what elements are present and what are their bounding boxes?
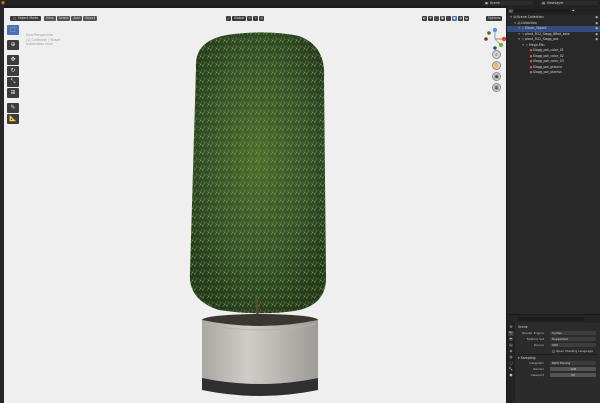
- mode-label: Object Mode: [18, 16, 39, 20]
- pan-hand-icon[interactable]: ✋: [492, 61, 501, 70]
- tool-shelf: ⬚ ⊕ ✥ ↻ ⤡ ⊞ ✎ 📐: [7, 25, 19, 124]
- render-engine-select[interactable]: Cycles: [550, 331, 596, 335]
- outliner-row-label: Slagg_pot_ground: [533, 64, 562, 69]
- output-tab-icon[interactable]: 🖶: [508, 337, 514, 342]
- outliner-row-label: plant_R12_Slagg_8Rod_kate: [525, 31, 570, 36]
- osl-checkbox-label: Open Shading Language: [556, 349, 593, 353]
- outliner-row-label: Collection: [521, 20, 537, 25]
- outliner-row-label: Slagg_pot_color_01: [533, 48, 564, 52]
- viewport-menus: View Select Add Object: [44, 16, 97, 21]
- material-tab-icon[interactable]: ●: [508, 373, 514, 378]
- viewport-samples-row: Viewport 32: [516, 372, 598, 378]
- solid-shading-icon[interactable]: ●: [452, 16, 457, 21]
- transform-orientation[interactable]: Global: [232, 16, 247, 21]
- object-tab-icon[interactable]: ▢: [508, 361, 514, 366]
- object-mode-icon: ▢: [13, 16, 17, 20]
- outliner-panel: ▤ ⏷ ▾ ▤Scene Collection ◉ ▾ ▤Collection ◉ ▾ ▽De…: [506, 6, 600, 314]
- navigation-gizmo[interactable]: [480, 24, 506, 54]
- camera-view-icon[interactable]: ▣: [492, 72, 501, 81]
- outliner-row-label: Decor_Object: [525, 26, 547, 30]
- outliner-row-label: Slagg_pot_plantss: [533, 70, 562, 74]
- overlay-line-3: Subdivision level: [26, 42, 53, 46]
- outliner-row-label: Slagg_pot_color_03: [533, 59, 564, 63]
- menu-view[interactable]: View: [44, 16, 56, 21]
- scene-tab-icon[interactable]: ◈: [508, 349, 514, 354]
- viewport-display-tools: ◐ ✥ ◯ ▣ ◌ ● ◑ ◒: [422, 16, 469, 21]
- cursor-icon[interactable]: ⊕: [7, 40, 19, 50]
- viewport-overlay-text: User Perspective (1) Collection | Shape …: [26, 33, 60, 47]
- outliner-row-label: plant_R12_Slagg_pot: [525, 37, 559, 41]
- properties-header: [507, 315, 600, 323]
- menu-select[interactable]: Select: [56, 16, 71, 21]
- measure-icon[interactable]: 📐: [7, 114, 19, 124]
- device-label: Device: [533, 343, 544, 347]
- outliner-row-label: Scene Collection: [517, 15, 544, 19]
- snap-icon[interactable]: ⌖: [253, 16, 259, 21]
- view-layer-name: ViewLayer: [547, 1, 564, 5]
- xray-icon[interactable]: ▣: [440, 16, 445, 21]
- rendered-shading-icon[interactable]: ◒: [464, 16, 469, 21]
- device-row: Device CPU: [516, 342, 598, 348]
- proportional-icon[interactable]: ◎: [259, 16, 265, 21]
- scale-icon[interactable]: ⤡: [7, 77, 19, 87]
- 3d-viewport[interactable]: ▢ Object Mode View Select Add Object ⤢ G…: [4, 8, 506, 403]
- properties-panel: ⚒ 📷 🖶 ▤ ◈ ◍ ▢ 🔧 ● Scene Render Engine Cy…: [506, 314, 600, 403]
- menu-object[interactable]: Object: [82, 16, 97, 21]
- pivot-icon[interactable]: ⊙: [247, 16, 253, 21]
- transform-icon[interactable]: ⊞: [7, 88, 19, 98]
- outliner-row-label: Slagg_pot_color_02: [533, 53, 564, 58]
- transform-controls: ⤢ Global ⊙ ⌖ ◎: [226, 16, 265, 21]
- material-shading-icon[interactable]: ◑: [458, 16, 463, 21]
- mode-selector[interactable]: ▢ Object Mode: [10, 16, 42, 21]
- select-box-icon[interactable]: ⬚: [7, 25, 19, 35]
- gizmo-toggle-icon[interactable]: ✥: [428, 16, 433, 21]
- visibility-icon[interactable]: ◐: [422, 16, 427, 21]
- integrator-select[interactable]: Path Tracing: [550, 361, 596, 365]
- properties-content: Scene Render Engine Cycles Feature Set S…: [516, 324, 598, 403]
- view-layer-selector[interactable]: ▤ ViewLayer: [540, 1, 598, 5]
- potted-plant-render: [189, 32, 326, 396]
- scene-name: Scene: [490, 1, 500, 5]
- world-tab-icon[interactable]: ◍: [508, 355, 514, 360]
- options-menu[interactable]: Options: [486, 16, 503, 21]
- outliner-display-icon[interactable]: ▤: [509, 8, 513, 13]
- overlay-toggle-icon[interactable]: ◯: [434, 16, 439, 21]
- rotate-icon[interactable]: ↻: [7, 66, 19, 76]
- viewport-samples-field[interactable]: 32: [550, 373, 596, 377]
- viewport-samples-label: Viewport: [530, 373, 544, 377]
- outliner-row[interactable]: ●Slagg_pot_plantss: [507, 70, 600, 76]
- tool-tab-icon[interactable]: ⚒: [508, 325, 514, 330]
- device-select[interactable]: CPU: [550, 343, 596, 347]
- scene-icon: ▣: [485, 1, 489, 5]
- orientation-icon[interactable]: ⤢: [226, 16, 231, 21]
- menu-add[interactable]: Add: [71, 16, 82, 21]
- render-tab-icon[interactable]: 📷: [508, 331, 514, 336]
- properties-tabs: ⚒ 📷 🖶 ▤ ◈ ◍ ▢ 🔧 ●: [507, 323, 515, 403]
- annotate-icon[interactable]: ✎: [7, 103, 19, 113]
- properties-search-input[interactable]: [519, 317, 584, 321]
- render-samples-field[interactable]: 128: [550, 367, 596, 371]
- filter-icon[interactable]: ⏷: [572, 8, 575, 13]
- modifier-tab-icon[interactable]: 🔧: [508, 367, 514, 372]
- scene-selector[interactable]: ▣ Scene: [483, 1, 533, 5]
- osl-checkbox[interactable]: [552, 349, 555, 353]
- view-layer-icon: ▤: [542, 1, 546, 5]
- move-icon[interactable]: ✥: [7, 55, 19, 65]
- outliner-tree: ▾ ▤Scene Collection ◉ ▾ ▤Collection ◉ ▾ ▽Decor_…: [507, 15, 600, 76]
- outliner-search-input[interactable]: [514, 8, 570, 13]
- perspective-toggle-icon[interactable]: ▦: [492, 83, 501, 92]
- view-layer-tab-icon[interactable]: ▤: [508, 343, 514, 348]
- outliner-header: ▤ ⏷: [507, 6, 600, 15]
- wireframe-shading-icon[interactable]: ◌: [446, 16, 451, 21]
- feature-set-select[interactable]: Supported: [550, 337, 596, 341]
- zoom-icon[interactable]: ⌕: [492, 50, 501, 59]
- outliner-row-label: Mega-Min: [529, 42, 545, 47]
